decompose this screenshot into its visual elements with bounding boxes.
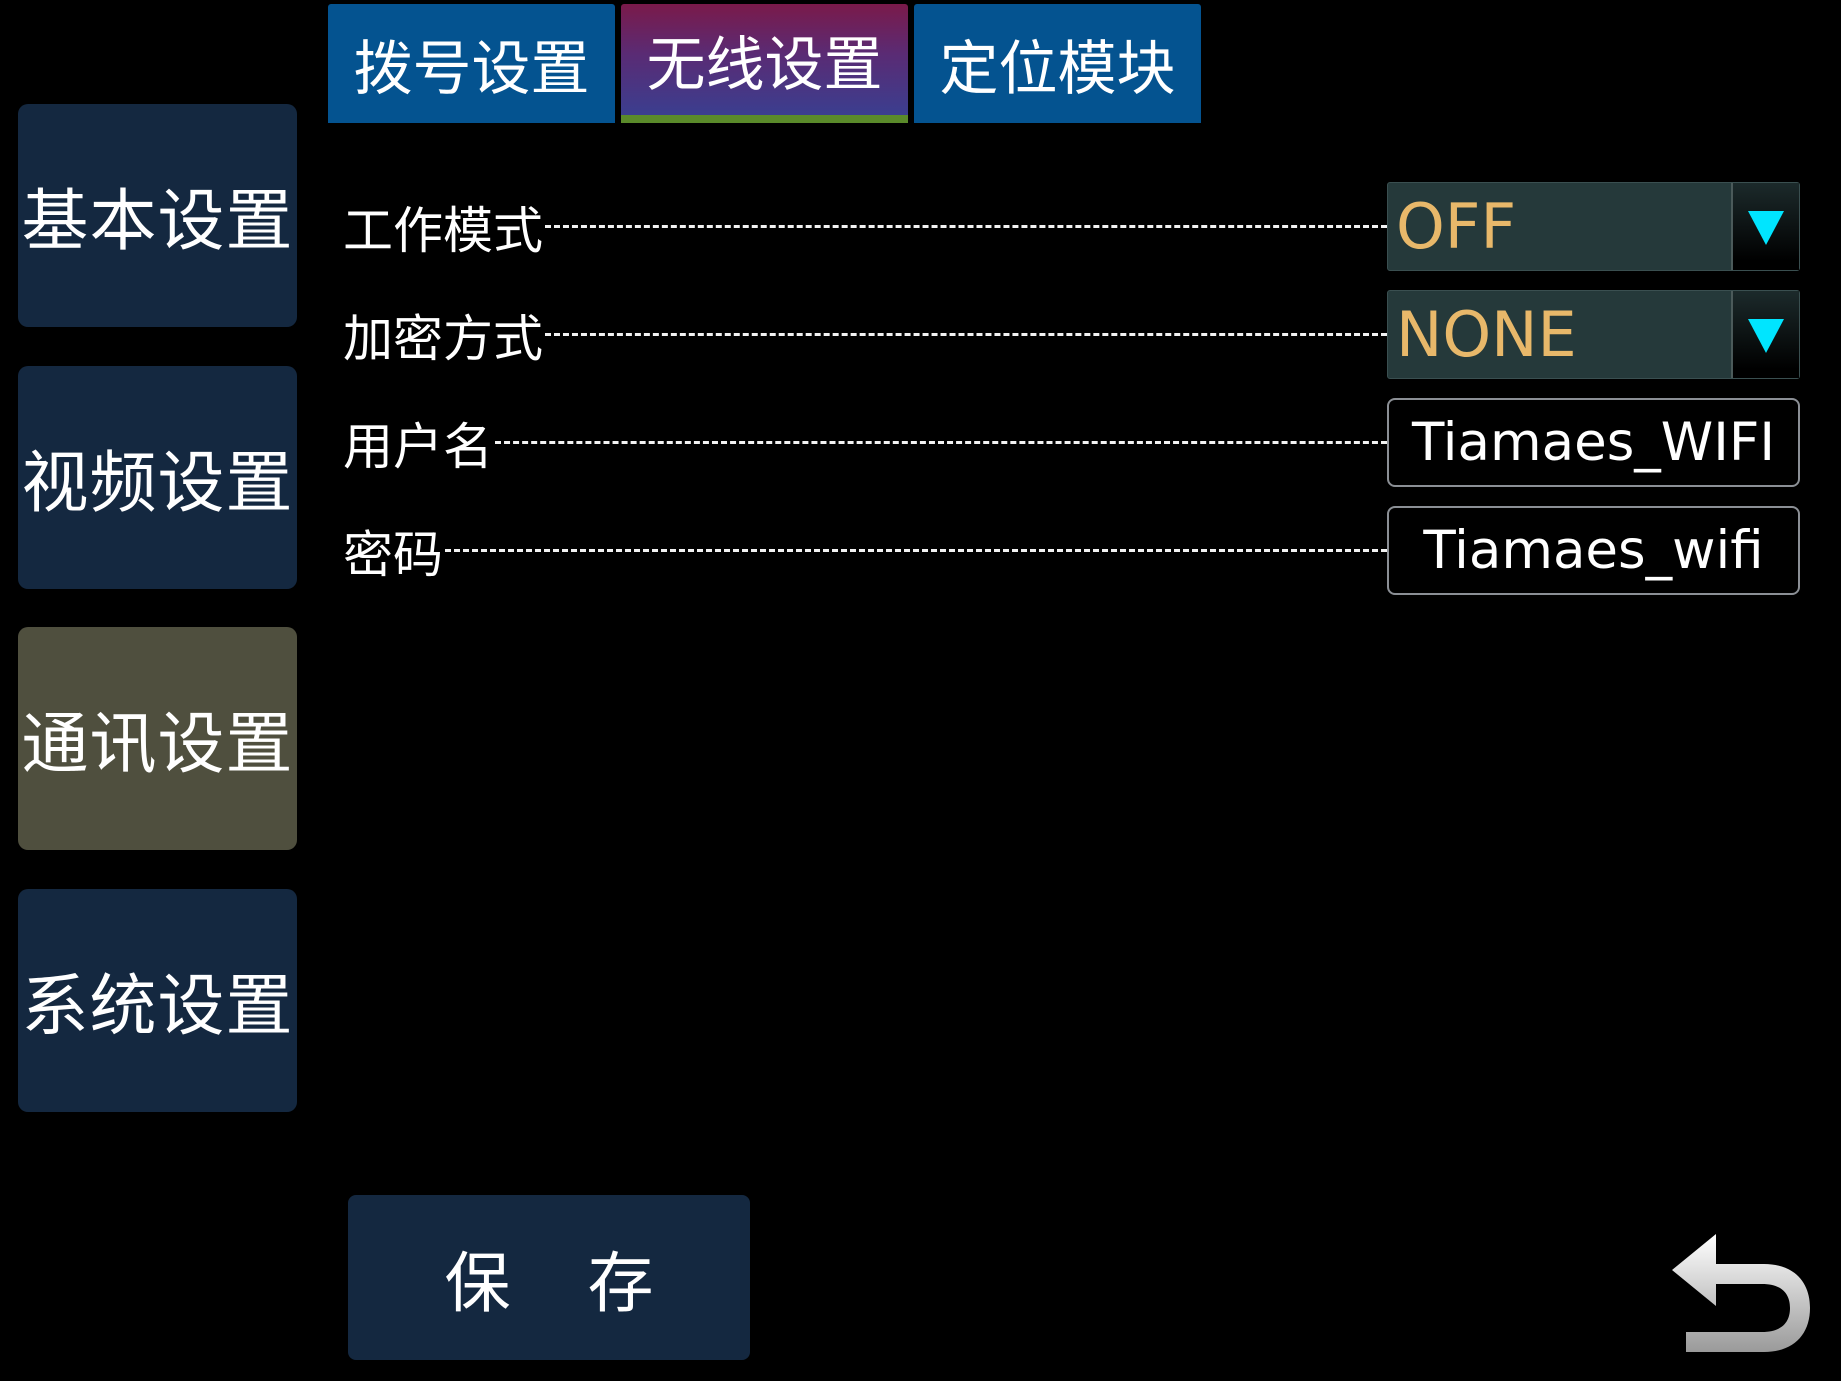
sidebar-item-video-settings[interactable]: 视频设置 — [18, 366, 297, 589]
username-field[interactable]: Tiamaes_WIFI — [1387, 398, 1800, 487]
password-label: 密码 — [343, 525, 443, 584]
encryption-leader-line — [545, 333, 1387, 336]
sidebar-item-system-settings[interactable]: 系统设置 — [18, 889, 297, 1112]
encryption-value: NONE — [1396, 298, 1577, 371]
tab-positioning-module[interactable]: 定位模块 — [914, 4, 1201, 123]
triangle-down-icon — [1748, 318, 1784, 353]
dropdown-arrow-icon[interactable] — [1731, 291, 1799, 378]
encryption-select[interactable]: NONE — [1387, 290, 1800, 379]
encryption-row: 加密方式 NONE — [343, 290, 1800, 379]
sidebar-item-basic-settings[interactable]: 基本设置 — [18, 104, 297, 327]
back-button[interactable] — [1664, 1212, 1814, 1362]
tab-wireless-settings[interactable]: 无线设置 — [621, 4, 908, 123]
back-arrow-icon — [1672, 1234, 1810, 1352]
username-row: 用户名 Tiamaes_WIFI — [343, 398, 1800, 487]
save-button[interactable]: 保 存 — [348, 1195, 750, 1360]
dropdown-arrow-icon[interactable] — [1731, 183, 1799, 270]
password-field[interactable]: Tiamaes_wifi — [1387, 506, 1800, 595]
work-mode-row: 工作模式 OFF — [343, 182, 1800, 271]
password-row: 密码 Tiamaes_wifi — [343, 506, 1800, 595]
tab-dialup-settings[interactable]: 拨号设置 — [328, 4, 615, 123]
username-label: 用户名 — [343, 417, 493, 476]
sidebar-item-communication-settings[interactable]: 通讯设置 — [18, 627, 297, 850]
encryption-label: 加密方式 — [343, 309, 543, 368]
work-mode-select[interactable]: OFF — [1387, 182, 1800, 271]
password-leader-line — [445, 549, 1387, 552]
work-mode-leader-line — [545, 225, 1387, 228]
triangle-down-icon — [1748, 210, 1784, 245]
work-mode-label: 工作模式 — [343, 201, 543, 260]
work-mode-value: OFF — [1396, 190, 1517, 263]
username-leader-line — [495, 441, 1387, 444]
